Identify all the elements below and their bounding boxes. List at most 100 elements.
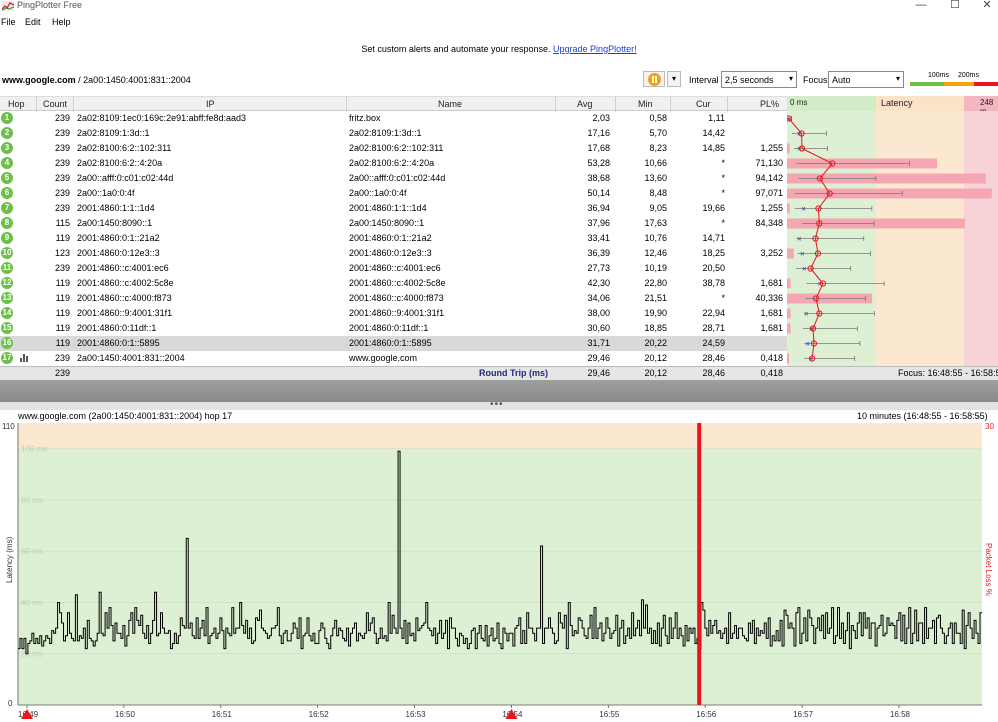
maximize-button[interactable]: ☐: [940, 0, 970, 12]
cell-name: 2001:4860:0:1::21a2: [349, 233, 432, 243]
interval-value: 2,5 seconds: [725, 75, 774, 85]
table-row[interactable]: 7 239 2001:4860:1:1::1d4 2001:4860:1:1::1d4…: [0, 201, 787, 216]
hop-number: 5: [1, 172, 13, 184]
chevron-down-icon: ▾: [895, 74, 900, 83]
y-tick-label: 60 ms: [21, 547, 43, 556]
hop-number: 16: [1, 337, 13, 349]
latency-zone-red: [964, 111, 998, 366]
table-row[interactable]: 5 239 2a00::afff:0:c01:c02:44d 2a00::afff:0…: [0, 171, 787, 186]
pingplotter-logo-icon: [2, 1, 14, 11]
cell-name: www.google.com: [349, 353, 418, 363]
hop-number: 4: [1, 157, 13, 169]
target-host: www.google.com: [2, 75, 76, 85]
cell-avg: 33,41: [587, 233, 610, 243]
menu-file[interactable]: File: [1, 17, 16, 27]
table-row[interactable]: 10 123 2001:4860:0:12e3::3 2001:4860:0:12e3…: [0, 246, 787, 261]
interval-label: Interval: [689, 75, 719, 85]
cell-name: 2001:4860::c:4002:5c8e: [349, 278, 446, 288]
col-pl[interactable]: PL%: [760, 99, 779, 109]
cell-cur: 22,94: [702, 308, 725, 318]
upgrade-link[interactable]: Upgrade PingPlotter!: [553, 44, 637, 54]
cell-ip: 2a02:8109:1ec0:169c:2e91:abff:fe8d:aad3: [77, 113, 246, 123]
cell-count: 119: [55, 233, 70, 243]
cell-cur: 28,71: [702, 323, 725, 333]
packet-loss-axis-top: 30: [985, 423, 994, 431]
panel-splitter[interactable]: •••: [0, 399, 998, 410]
cell-avg: 30,60: [587, 323, 610, 333]
hop-number: 9: [1, 232, 13, 244]
timeline-header: www.google.com (2a00:1450:4001:831::2004…: [0, 410, 998, 423]
current-latency-marker: ×: [797, 235, 802, 244]
cell-min: 20,22: [644, 338, 667, 348]
cell-min: 8,48: [649, 188, 667, 198]
table-row[interactable]: 2 239 2a02:8109:1:3d::1 2a02:8109:1:3d::1 17…: [0, 126, 787, 141]
interval-select[interactable]: 2,5 seconds ▾: [721, 71, 797, 88]
cell-name: 2a02:8100:6:2::4:20a: [349, 158, 435, 168]
cell-min: 17,63: [644, 218, 667, 228]
cell-avg: 38,68: [587, 173, 610, 183]
focus-select[interactable]: Auto ▾: [828, 71, 904, 88]
packet-loss-bar: [787, 248, 794, 259]
cell-cur: 14,71: [702, 233, 725, 243]
pause-button[interactable]: [643, 71, 665, 87]
table-row[interactable]: 1 239 2a02:8109:1ec0:169c:2e91:abff:fe8d:a…: [0, 111, 787, 126]
cell-cur: *: [721, 173, 725, 183]
hop-number: 7: [1, 202, 13, 214]
cell-name: 2001:4860::c:4000:f873: [349, 293, 444, 303]
current-latency-marker: ×: [804, 310, 809, 319]
y-axis-zero-label: 0: [8, 699, 13, 708]
col-name[interactable]: Name: [438, 99, 462, 109]
table-row[interactable]: 15 119 2001:4860:0:11df::1 2001:4860:0:11df…: [0, 321, 787, 336]
cell-pl: 1,255: [760, 143, 783, 153]
cell-min: 13,60: [644, 173, 667, 183]
graph-icon[interactable]: [20, 354, 29, 362]
cell-min: 18,85: [644, 323, 667, 333]
col-latency: Latency: [881, 98, 913, 108]
menu-bar: File Edit Help: [0, 15, 998, 31]
col-min[interactable]: Min: [638, 99, 653, 109]
minimize-button[interactable]: —: [906, 0, 936, 12]
table-row[interactable]: 9 119 2001:4860:0:1::21a2 2001:4860:0:1::21…: [0, 231, 787, 246]
cell-ip: 2001:4860::c:4000:f873: [77, 293, 172, 303]
current-latency-marker: ×: [805, 340, 810, 349]
table-row[interactable]: 16 119 2001:4860:0:1::5895 2001:4860:0:1::5…: [0, 336, 787, 351]
table-row[interactable]: 3 239 2a02:8100:6:2::102:311 2a02:8100:6:2:…: [0, 141, 787, 156]
cell-pl: 1,681: [760, 308, 783, 318]
table-row[interactable]: 4 239 2a02:8100:6:2::4:20a 2a02:8100:6:2::4…: [0, 156, 787, 171]
close-button[interactable]: ✕: [972, 0, 998, 12]
table-row[interactable]: 8 115 2a00:1450:8090::1 2a00:1450:8090::1 37…: [0, 216, 787, 231]
cell-count: 119: [55, 293, 70, 303]
cell-avg: 17,16: [587, 128, 610, 138]
x-tick-label: 16:58: [890, 710, 911, 719]
cell-ip: 2a00::1a0:0:4f: [77, 188, 135, 198]
table-row[interactable]: 11 239 2001:4860::c:4001:ec6 2001:4860::c:4…: [0, 261, 787, 276]
hop-number: 13: [1, 292, 13, 304]
table-row[interactable]: 17 239 2a00:1450:4001:831::2004 www.google.…: [0, 351, 787, 366]
menu-help[interactable]: Help: [52, 17, 71, 27]
cell-ip: 2001:4860:0:1::21a2: [77, 233, 160, 243]
packet-loss-bar: [787, 278, 791, 289]
col-hop[interactable]: Hop: [8, 99, 25, 109]
packet-loss-bar: [787, 353, 789, 364]
col-avg[interactable]: Avg: [577, 99, 592, 109]
table-row[interactable]: 13 119 2001:4860::c:4000:f873 2001:4860::c:…: [0, 291, 787, 306]
x-tick-label: 16:52: [309, 710, 330, 719]
pause-dropdown-button[interactable]: ▾: [667, 71, 681, 87]
chevron-down-icon[interactable]: ⌄: [975, 411, 982, 420]
x-tick-label: 16:57: [793, 710, 814, 719]
table-row[interactable]: 14 119 2001:4860::9:4001:31f1 2001:4860::9:…: [0, 306, 787, 321]
table-row[interactable]: 12 119 2001:4860::c:4002:5c8e 2001:4860::c:…: [0, 276, 787, 291]
cell-cur: 14,42: [702, 128, 725, 138]
toolbar: www.google.com / 2a00:1450:4001:831::200…: [0, 70, 998, 90]
col-ip[interactable]: IP: [206, 99, 215, 109]
table-row[interactable]: 6 239 2a00::1a0:0:4f 2a00::1a0:0:4f 50,14 8,4…: [0, 186, 787, 201]
latency-timeline-chart: 100 ms 80 ms 60 ms 40 ms 20 ms 110 0 30 Latency …: [2, 423, 994, 719]
packet-loss-bar: [787, 203, 790, 214]
cell-count: 239: [54, 128, 70, 138]
menu-edit[interactable]: Edit: [25, 17, 41, 27]
timeline-range[interactable]: 10 minutes (16:48:55 - 16:58:55): [857, 411, 988, 421]
col-count[interactable]: Count: [43, 99, 67, 109]
hop-number: 3: [1, 142, 13, 154]
col-cur[interactable]: Cur: [696, 99, 711, 109]
y-tick-label: 40 ms: [21, 598, 43, 607]
